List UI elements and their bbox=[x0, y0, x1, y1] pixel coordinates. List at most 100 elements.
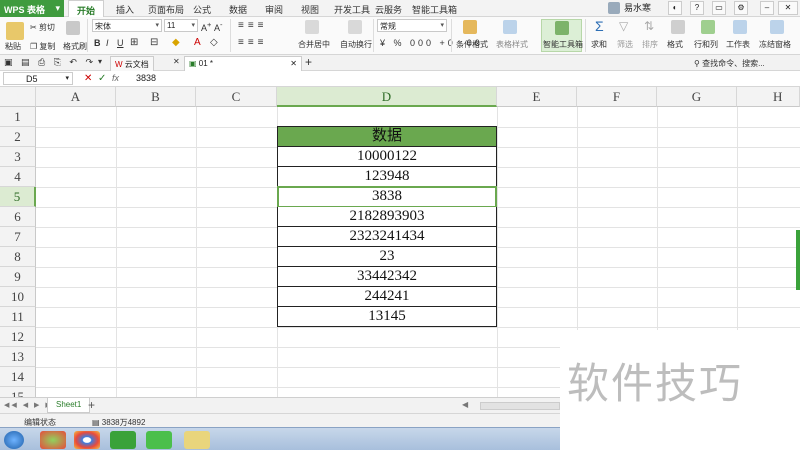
merge-center-icon[interactable] bbox=[305, 20, 319, 34]
tab-cloud-docs[interactable]: W 云文档 bbox=[110, 56, 154, 71]
column-header-c[interactable]: C bbox=[196, 87, 277, 107]
menu-item-view[interactable]: 视图 bbox=[301, 3, 319, 16]
column-header-f[interactable]: F bbox=[577, 87, 657, 107]
wps-spreadsheet-icon[interactable] bbox=[110, 431, 136, 449]
cell-d5-active[interactable]: 3838 bbox=[277, 186, 497, 208]
menu-item-developer[interactable]: 开发工具 bbox=[334, 3, 370, 16]
insert-function-icon[interactable]: fx bbox=[112, 73, 119, 83]
cell-d9[interactable]: 33442342 bbox=[277, 267, 497, 287]
font-shrink-button[interactable]: A- bbox=[214, 20, 223, 33]
worksheet-icon[interactable] bbox=[733, 20, 747, 34]
scroll-left-icon[interactable]: ◀ bbox=[462, 400, 468, 409]
folder-icon[interactable] bbox=[184, 431, 210, 449]
freeze-icon[interactable] bbox=[770, 20, 784, 34]
row-col-icon[interactable] bbox=[701, 20, 715, 34]
filter-icon[interactable]: ▽ bbox=[619, 19, 628, 33]
settings-icon[interactable]: ⚙ bbox=[734, 1, 748, 15]
underline-button[interactable]: U bbox=[117, 38, 124, 48]
row-header-15[interactable]: 15 bbox=[0, 387, 36, 397]
format-button[interactable]: 格式 bbox=[667, 39, 683, 50]
user-name[interactable]: 易水寒 bbox=[624, 1, 651, 14]
app-icon[interactable] bbox=[40, 431, 66, 449]
minimize-icon[interactable]: – bbox=[760, 1, 774, 15]
border-icon[interactable]: ⊞ bbox=[130, 37, 138, 48]
menu-item-data[interactable]: 数据 bbox=[229, 3, 247, 16]
row-header-1[interactable]: 1 bbox=[0, 107, 36, 127]
skin-icon[interactable]: ◐ bbox=[668, 1, 682, 15]
menu-item-page-layout[interactable]: 页面布局 bbox=[148, 3, 184, 16]
paste-button[interactable]: 粘贴 bbox=[5, 41, 21, 52]
row-col-button[interactable]: 行和列 bbox=[694, 39, 718, 50]
sort-icon[interactable]: ⇅ bbox=[644, 19, 654, 33]
column-header-d[interactable]: D bbox=[277, 87, 497, 107]
align-top-icons[interactable]: ≡≡≡ bbox=[238, 20, 268, 31]
chevron-down-icon[interactable]: ▾ bbox=[98, 57, 102, 66]
wechat-icon[interactable] bbox=[146, 431, 172, 449]
cancel-icon[interactable]: ✕ bbox=[84, 73, 92, 84]
scroll-position-indicator[interactable] bbox=[796, 230, 800, 290]
cell-d7[interactable]: 2323241434 bbox=[277, 227, 497, 247]
menu-item-home[interactable]: 开始 bbox=[68, 0, 105, 17]
font-color-icon[interactable]: A bbox=[194, 37, 201, 48]
row-header-14[interactable]: 14 bbox=[0, 367, 36, 387]
quick-access-icons[interactable]: ▣ ▤ ⎙ ⎘ ↶ ↷ bbox=[4, 57, 96, 68]
format-icon[interactable] bbox=[671, 20, 685, 34]
name-box[interactable]: D5 ▾ bbox=[3, 72, 73, 85]
menu-item-smart-toolbox[interactable]: 智能工具箱 bbox=[412, 3, 457, 16]
close-icon[interactable]: ✕ bbox=[173, 57, 180, 66]
search-command[interactable]: ⚲ 查找命令、搜索... bbox=[694, 58, 765, 69]
cell-d8[interactable]: 23 bbox=[277, 247, 497, 267]
row-header-10[interactable]: 10 bbox=[0, 287, 36, 307]
add-sheet-button[interactable]: + bbox=[88, 398, 95, 412]
column-header-e[interactable]: E bbox=[497, 87, 577, 107]
restore-icon[interactable]: ▭ bbox=[712, 1, 726, 15]
start-icon[interactable] bbox=[4, 431, 24, 449]
cell-d11[interactable]: 13145 bbox=[277, 307, 497, 327]
font-size-select[interactable]: 11 ▾ bbox=[164, 19, 198, 32]
cell-d4[interactable]: 123948 bbox=[277, 167, 497, 187]
italic-button[interactable]: I bbox=[106, 38, 109, 48]
merge-center-button[interactable]: 合并居中 bbox=[298, 39, 330, 50]
row-header-11[interactable]: 11 bbox=[0, 307, 36, 327]
conditional-format-icon[interactable] bbox=[463, 20, 477, 34]
sigma-icon[interactable]: Σ bbox=[595, 18, 604, 34]
row-header-4[interactable]: 4 bbox=[0, 167, 36, 187]
wrap-text-icon[interactable] bbox=[348, 20, 362, 34]
cell-d2-header[interactable]: 数据 bbox=[277, 126, 497, 147]
confirm-icon[interactable]: ✓ bbox=[98, 73, 106, 84]
horizontal-scrollbar[interactable] bbox=[480, 402, 560, 410]
cut-button[interactable]: ✂ 剪切 bbox=[30, 22, 55, 33]
new-tab-button[interactable]: + bbox=[305, 55, 312, 69]
row-header-2[interactable]: 2 bbox=[0, 127, 36, 147]
table-style-button[interactable]: 表格样式 bbox=[496, 39, 528, 50]
formula-input[interactable]: 3838 bbox=[136, 73, 156, 83]
clear-format-icon[interactable]: ◇ bbox=[210, 37, 218, 48]
row-header-5[interactable]: 5 bbox=[0, 187, 36, 207]
font-grow-button[interactable]: A+ bbox=[201, 20, 211, 33]
column-header-a[interactable]: A bbox=[36, 87, 116, 107]
avatar[interactable] bbox=[608, 2, 620, 14]
help-icon[interactable]: ? bbox=[690, 1, 704, 15]
tab-document[interactable]: ▣ 01 * ✕ bbox=[184, 56, 302, 71]
worksheet-button[interactable]: 工作表 bbox=[726, 39, 750, 50]
row-header-13[interactable]: 13 bbox=[0, 347, 36, 367]
row-header-12[interactable]: 12 bbox=[0, 327, 36, 347]
close-icon[interactable]: ✕ bbox=[778, 1, 798, 15]
sort-button[interactable]: 排序 bbox=[642, 39, 658, 50]
row-header-9[interactable]: 9 bbox=[0, 267, 36, 287]
format-painter-button[interactable]: 格式刷 bbox=[63, 41, 87, 52]
brush-icon[interactable] bbox=[66, 21, 80, 35]
table-style-icon[interactable] bbox=[503, 20, 517, 34]
chrome-icon[interactable] bbox=[74, 431, 100, 449]
close-tab-icon[interactable]: ✕ bbox=[290, 59, 297, 68]
menu-item-insert[interactable]: 插入 bbox=[116, 3, 134, 16]
row-header-8[interactable]: 8 bbox=[0, 247, 36, 267]
wrap-text-button[interactable]: 自动换行 bbox=[340, 39, 372, 50]
conditional-format-button[interactable]: 条件格式 bbox=[456, 39, 488, 50]
sum-button[interactable]: 求和 bbox=[591, 39, 607, 50]
app-menu-button[interactable]: WPS 表格 ▾ bbox=[0, 0, 64, 17]
merge-cells-icon[interactable]: ⊟ bbox=[150, 37, 158, 48]
copy-button[interactable]: ❐ 复制 bbox=[30, 41, 55, 52]
fill-color-icon[interactable]: ◆ bbox=[172, 37, 180, 48]
cell-d6[interactable]: 2182893903 bbox=[277, 207, 497, 227]
